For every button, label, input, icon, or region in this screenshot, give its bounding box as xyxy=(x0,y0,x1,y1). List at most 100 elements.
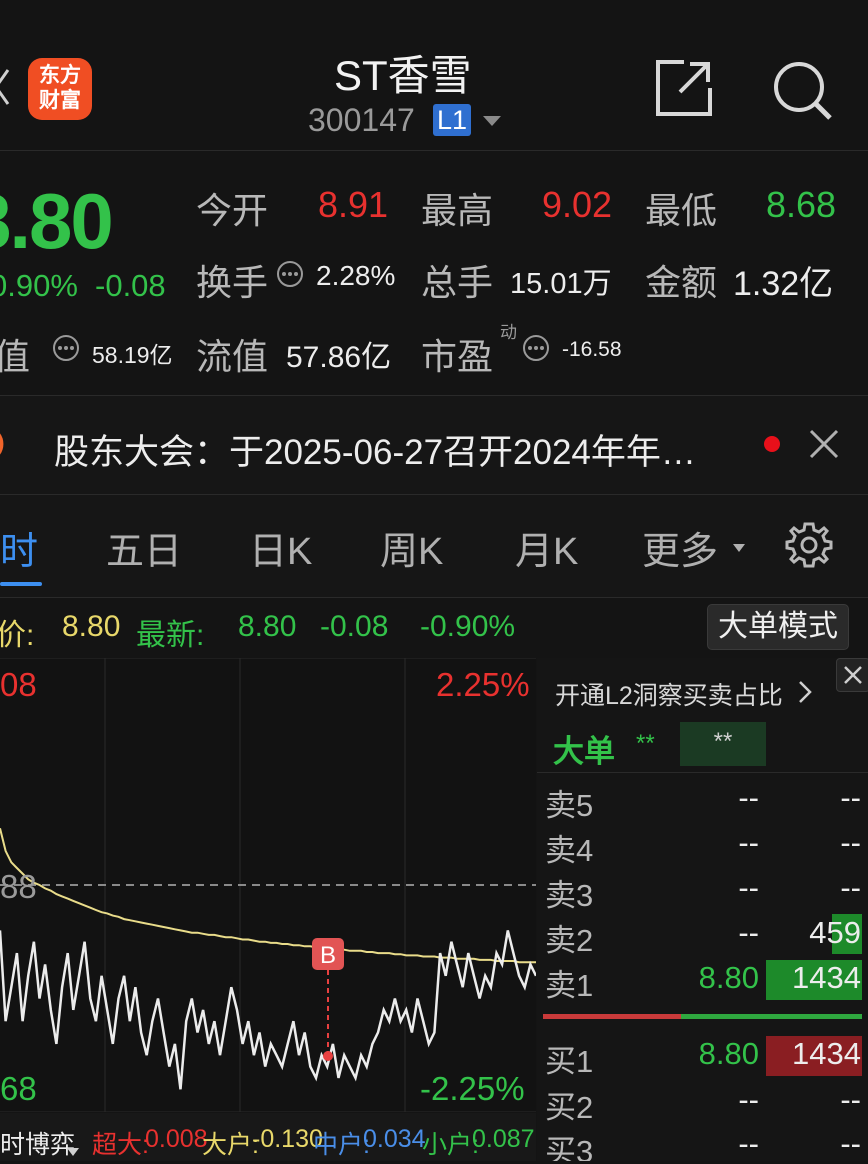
chevron-right-icon[interactable] xyxy=(798,680,812,709)
info-icon[interactable] xyxy=(52,334,80,367)
info-icon[interactable] xyxy=(276,260,304,293)
amount-label: 金额 xyxy=(645,262,718,303)
mid-value: 0.034 xyxy=(363,1125,426,1153)
pe-label: 市盈 xyxy=(421,336,494,377)
ask-label: 卖5 xyxy=(545,788,594,823)
change-pct: 0.90% xyxy=(0,268,78,303)
ask-volume: 1434 xyxy=(792,960,861,995)
latest-value: 8.80 xyxy=(238,610,297,643)
announcement-bar[interactable]: 股东大会：于2025-06-27召开2024年年… xyxy=(0,396,868,494)
caret-down-icon[interactable] xyxy=(66,1135,80,1164)
broadcast-icon xyxy=(0,424,26,469)
bid-row[interactable]: 买3 -- -- xyxy=(545,1124,865,1161)
bid-price: 8.80 xyxy=(698,1036,759,1071)
bid-row[interactable]: 买2 -- -- xyxy=(545,1080,865,1125)
ask-row[interactable]: 卖2 -- 459 xyxy=(545,913,865,958)
gear-icon[interactable] xyxy=(784,520,834,575)
back-icon[interactable] xyxy=(0,62,14,112)
turnover-label: 换手 xyxy=(196,262,269,303)
buy-sell-ratio-bar xyxy=(543,1014,862,1019)
game-selector[interactable]: 时博弈 xyxy=(0,1125,75,1161)
app-logo[interactable]: 东方 财富 xyxy=(28,58,92,120)
super-value: 0.008 xyxy=(145,1125,208,1153)
small-value: 0.087 xyxy=(472,1125,535,1153)
ask-volume: -- xyxy=(840,870,861,905)
float-value: 57.86亿 xyxy=(286,341,392,374)
ask-row[interactable]: 卖1 8.80 1434 xyxy=(545,958,865,1003)
current-price: 8.80 xyxy=(0,177,114,265)
quote-panel: 8.80 0.90% -0.08 值 58.19亿 今开 8.91 最高 9.0… xyxy=(0,150,868,523)
latest-label: 最新: xyxy=(136,619,205,652)
change-amount: -0.08 xyxy=(95,268,166,303)
ask-label: 卖2 xyxy=(545,923,594,958)
caret-down-icon xyxy=(732,540,746,558)
unread-dot xyxy=(764,436,780,452)
low-value: 8.68 xyxy=(766,184,837,225)
tab-month-k[interactable]: 月K xyxy=(515,520,578,575)
latest-change: -0.08 xyxy=(320,610,389,643)
average-price-line xyxy=(0,828,536,964)
active-tab-indicator xyxy=(0,582,42,586)
ask-label: 卖3 xyxy=(545,878,594,913)
buy-ratio-segment xyxy=(543,1014,681,1019)
tab-more[interactable]: 更多 xyxy=(642,520,718,575)
info-icon[interactable] xyxy=(522,334,550,367)
tab-week-k[interactable]: 周K xyxy=(380,520,443,575)
amount-value: 1.32亿 xyxy=(733,265,834,303)
bid-price: -- xyxy=(738,1082,759,1117)
volume-value: 15.01万 xyxy=(510,268,612,300)
ask-volume: -- xyxy=(840,825,861,860)
announcement-text[interactable]: 股东大会：于2025-06-27召开2024年年… xyxy=(54,424,696,475)
search-icon[interactable] xyxy=(770,58,836,129)
dropdown-icon[interactable] xyxy=(481,114,503,133)
ask-price: 8.80 xyxy=(698,960,759,995)
low-label: 最低 xyxy=(645,190,718,231)
high-value: 9.02 xyxy=(542,184,613,225)
y-mid-label: 88 xyxy=(0,868,37,905)
intraday-chart[interactable]: B 08 2.25% 88 68 -2.25% xyxy=(0,658,536,1112)
bid-volume: -- xyxy=(840,1126,861,1161)
avg-value: 8.80 xyxy=(62,610,121,643)
turnover-value: 2.28% xyxy=(316,260,396,291)
tab-day-k[interactable]: 日K xyxy=(249,520,312,575)
mktcap-label: 值 xyxy=(0,336,31,377)
y-top-label: 08 xyxy=(0,666,37,703)
divider xyxy=(537,772,868,773)
bid-price: -- xyxy=(738,1126,759,1161)
mid-label: 中户: xyxy=(313,1131,370,1159)
level-badge[interactable]: L1 xyxy=(433,104,471,136)
header: 东方 财富 ST香雪 300147 L1 xyxy=(0,0,868,150)
share-icon[interactable] xyxy=(654,58,714,123)
ask-row[interactable]: 卖5 -- -- xyxy=(545,778,865,823)
bid-label: 买3 xyxy=(545,1134,594,1161)
logo-text-2: 财富 xyxy=(39,89,81,112)
big-order-label: 大单 xyxy=(553,734,615,769)
bid-volume: -- xyxy=(840,1082,861,1117)
volume-label: 总手 xyxy=(421,262,494,303)
pct-bottom-label: -2.25% xyxy=(420,1070,525,1107)
super-label: 超大: xyxy=(92,1131,149,1159)
bid-label: 买2 xyxy=(545,1090,594,1125)
pe-value: -16.58 xyxy=(562,338,622,361)
close-panel-icon[interactable] xyxy=(836,658,868,692)
large-label: 大户: xyxy=(202,1131,259,1159)
big-order-mode-button[interactable]: 大单模式 xyxy=(707,604,849,650)
promo-text[interactable]: 开通L2洞察买卖占比 xyxy=(555,676,783,712)
open-label: 今开 xyxy=(196,190,269,231)
price-line xyxy=(0,930,536,1090)
close-icon[interactable] xyxy=(808,428,840,465)
bid-volume: 1434 xyxy=(792,1036,861,1071)
bid-label: 买1 xyxy=(545,1044,594,1079)
pe-superscript: 动 xyxy=(500,323,517,342)
marker-dot xyxy=(323,1051,333,1061)
chart-svg: B xyxy=(0,658,536,1112)
tab-five-day[interactable]: 五日 xyxy=(106,520,182,575)
ask-row[interactable]: 卖4 -- -- xyxy=(545,823,865,868)
high-label: 最高 xyxy=(421,190,494,231)
bid-row[interactable]: 买1 8.80 1434 xyxy=(545,1034,865,1079)
tab-intraday[interactable]: 时 xyxy=(0,520,38,575)
float-label: 流值 xyxy=(196,336,269,377)
ask-row[interactable]: 卖3 -- -- xyxy=(545,868,865,913)
big-order-value-1: ** xyxy=(636,730,655,757)
ask-label: 卖1 xyxy=(545,968,594,1003)
